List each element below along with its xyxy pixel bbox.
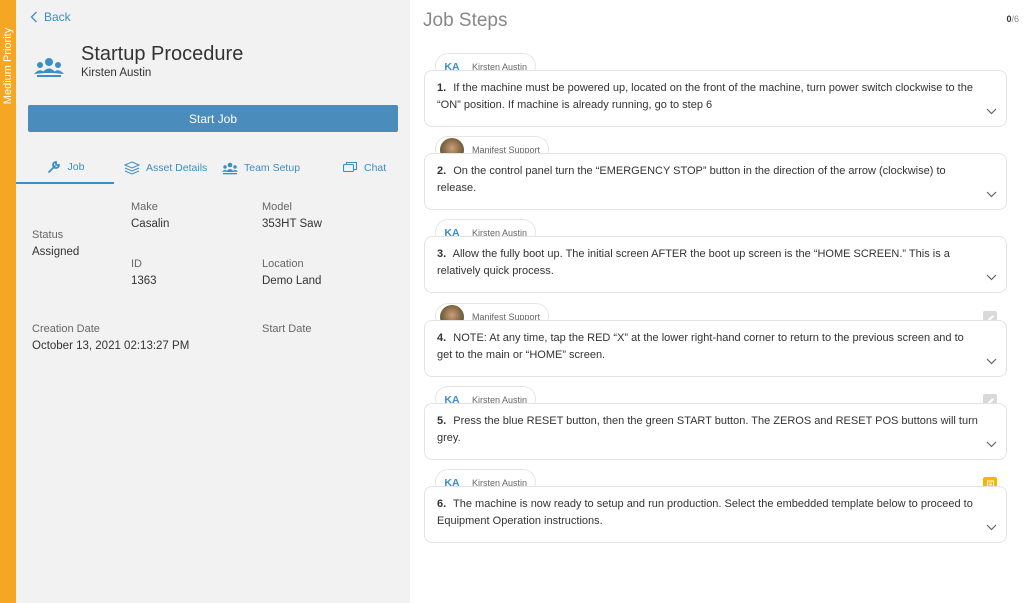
procedure-title: Startup Procedure <box>81 43 244 65</box>
tab-asset-details-label: Asset Details <box>146 162 208 174</box>
step-text: Press the blue RESET button, then the gr… <box>437 415 978 444</box>
tab-team-setup-label: Team Setup <box>244 162 301 174</box>
chat-icon <box>342 161 358 173</box>
back-label: Back <box>44 10 71 24</box>
job-steps-title: Job Steps <box>423 10 508 31</box>
location-label: Location <box>262 258 304 270</box>
detail-tabs: Job Asset Details Team Setup Chat <box>16 152 410 184</box>
model-label: Model <box>262 201 292 213</box>
priority-label: Medium Priority <box>2 27 14 105</box>
status-label: Status <box>32 229 64 241</box>
step-number: 6. <box>437 498 447 510</box>
job-details-panel: Back Startup Procedure Kirsten Austin St… <box>16 0 410 603</box>
wrench-icon <box>47 161 60 173</box>
make-value: Casalin <box>131 218 170 230</box>
tab-asset-details[interactable]: Asset Details <box>124 152 207 184</box>
step-text: On the control panel turn the “EMERGENCY… <box>437 165 946 194</box>
chevron-left-icon <box>30 11 37 23</box>
step-number: 3. <box>437 248 447 260</box>
procedure-user: Kirsten Austin <box>81 67 152 79</box>
step-text: NOTE: At any time, tap the RED “X” at th… <box>437 332 964 361</box>
chevron-down-icon[interactable] <box>986 191 997 198</box>
status-value: Assigned <box>32 246 80 258</box>
model-value: 353HT Saw <box>262 218 322 230</box>
back-button[interactable]: Back <box>30 10 71 24</box>
step-card[interactable]: 2. On the control panel turn the “EMERGE… <box>424 153 1007 210</box>
make-label: Make <box>131 201 158 213</box>
step-number: 5. <box>437 415 447 427</box>
step-text: If the machine must be powered up, locat… <box>437 82 973 111</box>
step-number: 2. <box>437 165 447 177</box>
step-card[interactable]: 3. Allow the fully boot up. The initial … <box>424 236 1007 293</box>
step-text: Allow the fully boot up. The initial scr… <box>437 248 950 277</box>
job-steps-panel: Job Steps 0/6 KA Kirsten Austin 1. If th… <box>410 0 1024 603</box>
location-value: Demo Land <box>262 275 322 287</box>
step-card[interactable]: 1. If the machine must be powered up, lo… <box>424 70 1007 127</box>
chevron-down-icon[interactable] <box>986 524 997 531</box>
tab-chat[interactable]: Chat <box>342 152 386 184</box>
tab-team-setup[interactable]: Team Setup <box>222 152 300 184</box>
step-progress: 0/6 <box>1006 14 1019 24</box>
layers-icon <box>124 161 140 175</box>
tab-chat-label: Chat <box>364 162 387 174</box>
id-label: ID <box>131 258 142 270</box>
step-card[interactable]: 5. Press the blue RESET button, then the… <box>424 403 1007 460</box>
creation-date-value: October 13, 2021 02:13:27 PM <box>32 340 190 352</box>
chevron-down-icon[interactable] <box>986 274 997 281</box>
id-value: 1363 <box>131 275 157 287</box>
chevron-down-icon[interactable] <box>986 441 997 448</box>
team-icon <box>34 58 64 77</box>
step-number: 1. <box>437 82 447 94</box>
step-card[interactable]: 4. NOTE: At any time, tap the RED “X” at… <box>424 320 1007 377</box>
start-date-label: Start Date <box>262 323 312 335</box>
start-job-button[interactable]: Start Job <box>28 105 398 132</box>
creation-date-label: Creation Date <box>32 323 100 335</box>
chevron-down-icon[interactable] <box>986 358 997 365</box>
step-text: The machine is now ready to setup and ru… <box>437 498 973 527</box>
priority-strip: Medium Priority <box>0 0 16 603</box>
step-number: 4. <box>437 332 447 344</box>
tab-job[interactable]: Job <box>16 152 114 184</box>
tab-job-label: Job <box>67 161 85 173</box>
step-card[interactable]: 6. The machine is now ready to setup and… <box>424 486 1007 543</box>
team-icon <box>222 162 238 175</box>
chevron-down-icon[interactable] <box>986 108 997 115</box>
